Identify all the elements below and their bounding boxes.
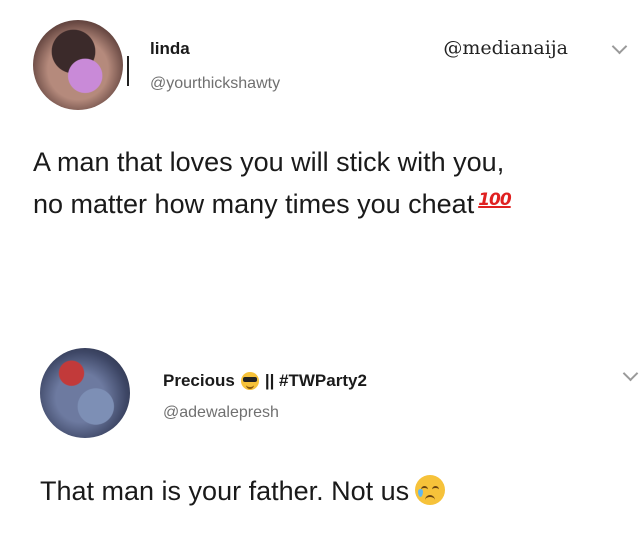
sunglasses-face-emoji-icon	[240, 372, 259, 390]
tweet-text-content: That man is your father. Not us	[40, 476, 410, 506]
display-name-suffix: || #TWParty2	[264, 371, 367, 390]
display-name[interactable]: Precious || #TWParty2	[163, 371, 367, 391]
avatar[interactable]	[40, 348, 130, 438]
tweet-text: A man that loves you will stick with you…	[33, 143, 512, 223]
tweet-precious: Precious || #TWParty2 @adewalepresh That…	[0, 300, 640, 540]
tweet-text-line-2: no matter how many times you cheat 100	[33, 181, 512, 223]
sad-but-relieved-face-emoji-icon	[415, 475, 446, 505]
tweet-text-line-2-content: no matter how many times you cheat	[33, 189, 475, 219]
hundred-points-emoji-icon: 100	[478, 190, 511, 210]
user-handle[interactable]: @yourthickshawty	[150, 75, 280, 93]
display-name-text: Precious	[163, 371, 235, 390]
watermark: @medianaija	[443, 37, 568, 59]
tweet-linda: linda @yourthickshawty @medianaija A man…	[0, 0, 640, 300]
chevron-down-icon[interactable]	[611, 38, 628, 55]
divider	[127, 56, 129, 86]
avatar[interactable]	[33, 20, 123, 110]
display-name[interactable]: linda	[150, 39, 190, 59]
tweet-text: That man is your father. Not us	[40, 472, 446, 510]
tweet-text-line-1: A man that loves you will stick with you…	[33, 147, 505, 177]
user-handle[interactable]: @adewalepresh	[163, 404, 279, 422]
chevron-down-icon[interactable]	[622, 365, 639, 382]
